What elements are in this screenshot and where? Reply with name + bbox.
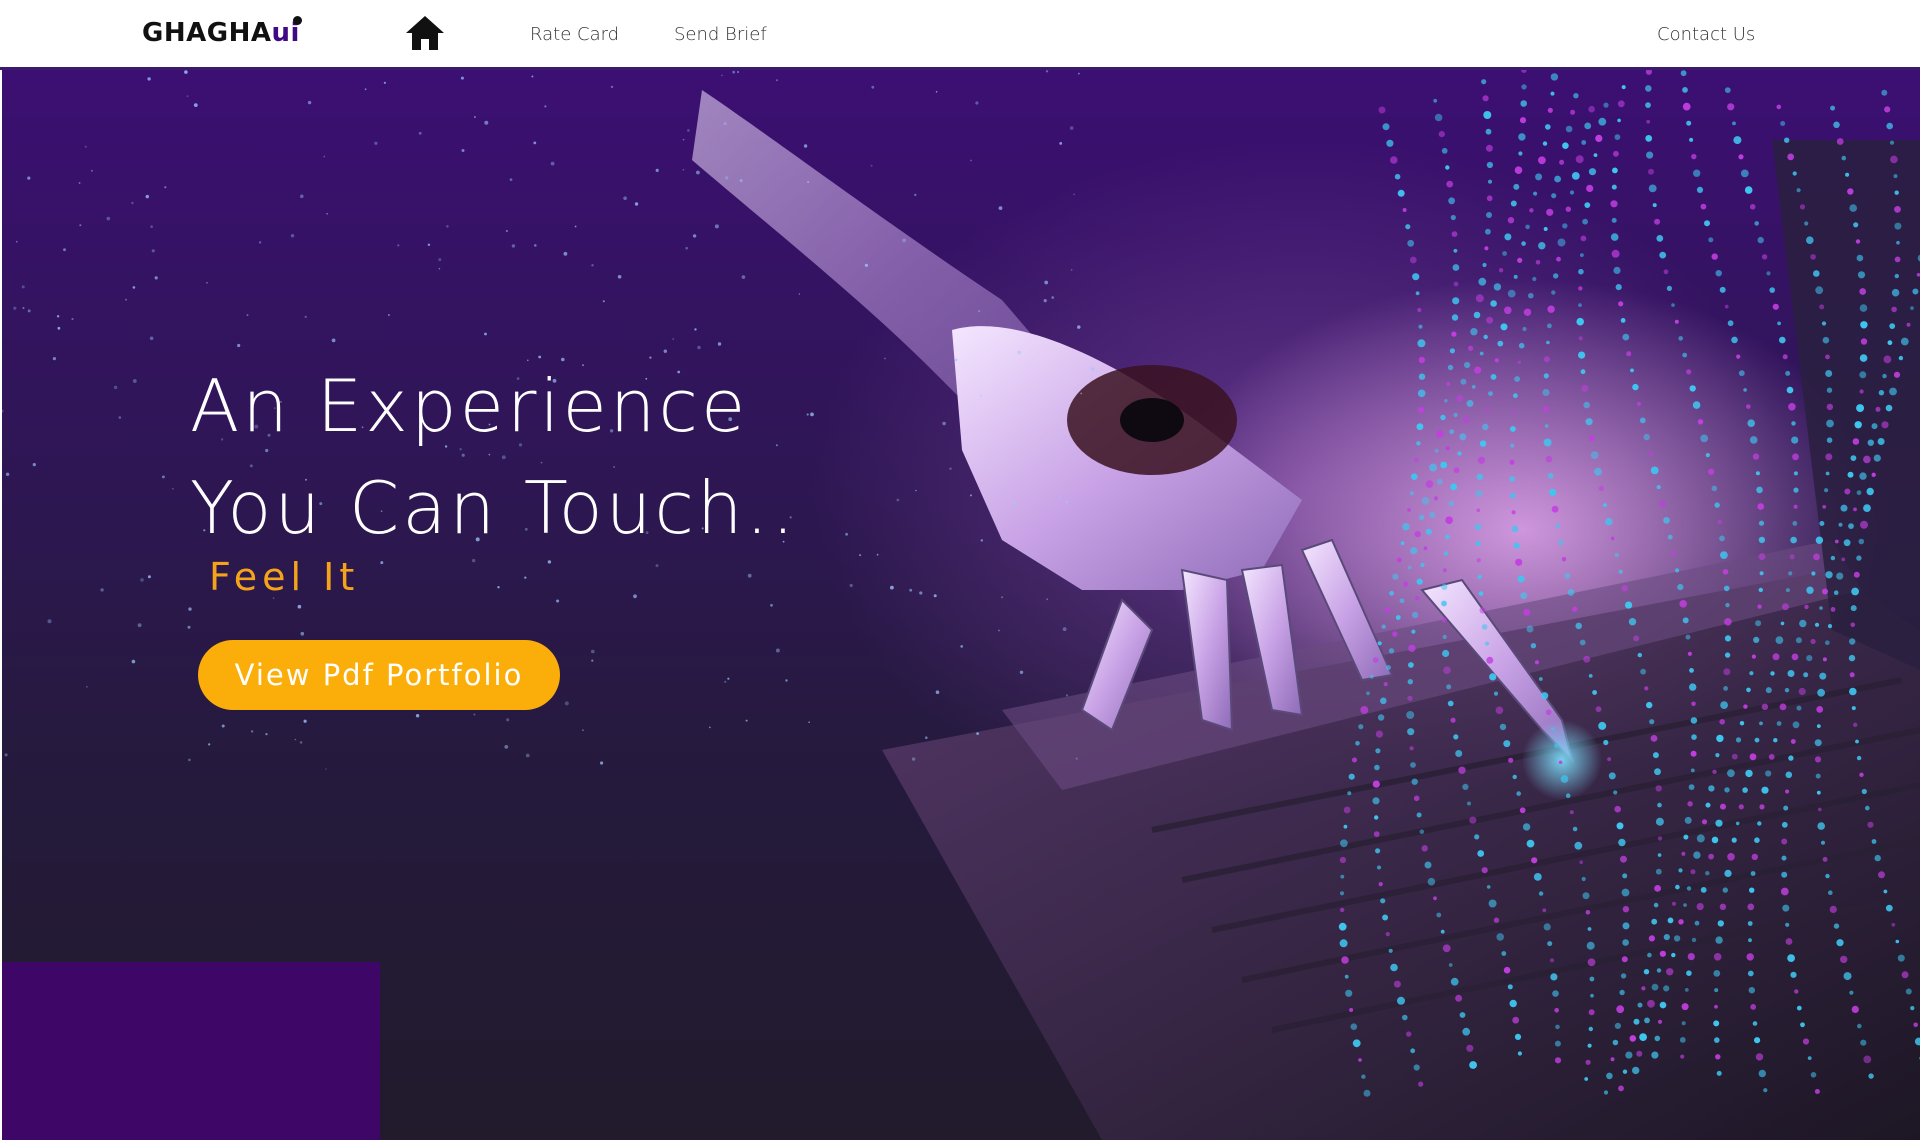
brand-logo[interactable]: GHAGHAui [142,16,302,48]
nav-link-rate-card[interactable]: Rate Card [530,24,619,45]
nav-link-contact-us[interactable]: Contact Us [1657,24,1755,45]
hero-headline: An Experience You Can Touch.. [190,355,797,559]
top-navigation-bar: GHAGHAui Rate Card Send Brief Contact Us [0,0,1920,70]
hero-tagline: Feel It [209,555,360,599]
logo-dot [292,16,302,25]
headline-line-1: An Experience [190,364,749,448]
home-icon[interactable] [404,14,446,52]
headline-line-2: You Can Touch.. [190,466,798,550]
decorative-purple-block [2,962,380,1140]
nav-link-send-brief[interactable]: Send Brief [674,24,767,45]
view-pdf-portfolio-button[interactable]: View Pdf Portfolio [198,640,560,710]
logo-text: GHAGHA [142,18,272,48]
